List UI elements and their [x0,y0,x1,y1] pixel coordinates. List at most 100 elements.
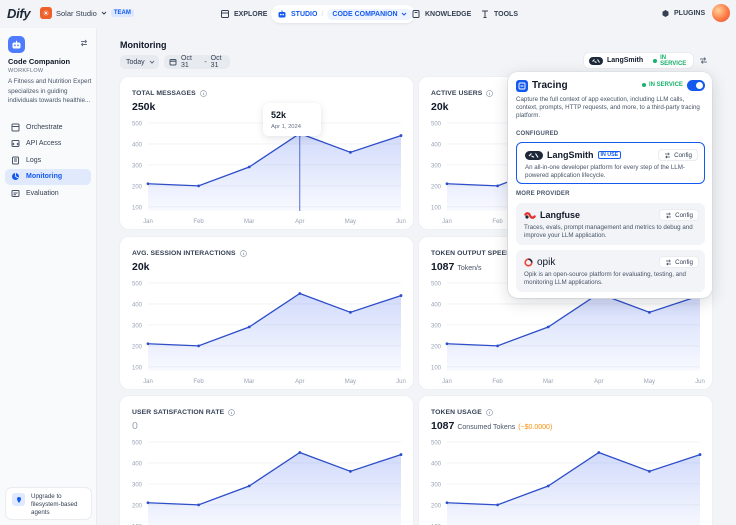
tracing-status-button[interactable]: LangSmith IN SERVICE [583,52,694,69]
current-app-selector[interactable]: CODE COMPANION [327,8,412,20]
sidebar-item-logs[interactable]: Logs [5,152,91,168]
tracing-toggle[interactable] [687,80,705,91]
sidebar-item-label: Monitoring [26,173,63,180]
status-dot [653,58,658,63]
date-range-picker[interactable]: Oct 31 - Oct 31 [164,55,230,69]
data-point [247,484,251,488]
top-bar: Dify ☀ Solar Studio TEAM EXPLORE STUDIO … [0,0,736,28]
card-title-text: TOKEN USAGE [431,409,482,416]
sidebar-item-evaluation[interactable]: Evaluation [5,185,91,201]
x-tick-label: May [345,219,356,225]
dify-logo[interactable]: Dify [7,6,31,21]
provider-description: An all-in-one developer platform for eve… [525,164,685,179]
app-name: Code Companion [8,57,71,66]
provider-name-text: Langfuse [540,210,581,220]
opik-logo-icon [524,258,533,267]
y-tick-label: 400 [132,461,143,467]
sidebar-menu: Orchestrate API Access Logs Monitoring E… [5,119,91,202]
info-icon[interactable] [228,409,236,416]
card-title-text: ACTIVE USERS [431,90,483,97]
sidebar-item-label: Orchestrate [26,123,63,131]
provider-langsmith[interactable]: LangSmith IN USE Config An all-in-one de… [516,142,705,184]
y-tick-label: 300 [431,163,442,169]
config-button[interactable]: Config [658,149,698,161]
card-title-text: TOKEN OUTPUT SPEED [431,250,512,257]
tracing-status: IN SERVICE [653,55,693,67]
sidebar-item-api-access[interactable]: API Access [5,136,91,152]
nav-plugins[interactable]: PLUGINS [661,9,705,18]
x-tick-label: Jun [396,379,406,385]
nav-knowledge[interactable]: KNOWLEDGE [405,5,477,23]
info-icon[interactable] [239,250,247,257]
data-point [146,342,150,346]
nav-studio[interactable]: STUDIO / CODE COMPANION [271,5,415,23]
nav-plugins-label: PLUGINS [674,10,706,17]
info-icon[interactable] [485,409,493,416]
chart-card-user-satisfaction-rate: 100200300400500JanFebMarAprMayJun USER S… [120,396,413,525]
nav-explore-label: EXPLORE [234,10,268,18]
app-icon [8,36,25,53]
config-button[interactable]: Config [659,209,699,221]
chart-card-avg-session-interactions: 100 200 300 400 500 Jan Feb Mar Apr May Jun AVG. S… [120,237,413,389]
workspace-avatar: ☀ [40,7,52,19]
data-point [648,469,651,473]
explore-icon [220,9,230,19]
config-label: Config [674,151,692,159]
data-point [445,182,449,186]
user-avatar[interactable] [712,4,730,22]
x-tick-label: Mar [543,379,553,385]
area-fill [447,293,700,371]
y-tick-label: 500 [431,122,442,128]
tracing-settings-icon[interactable] [699,56,708,65]
sidebar-item-label: Logs [26,156,42,164]
upgrade-card[interactable]: Upgrade to filesystem-based agents [5,487,92,520]
card-title: ACTIVE USERS [431,90,494,97]
period-select[interactable]: Today [120,55,159,69]
x-tick-label: Jun [695,379,705,385]
page-title: Monitoring [120,40,167,50]
sidebar-item-orchestrate[interactable]: Orchestrate [5,119,91,135]
tooltip-date: Apr 1, 2024 [271,124,301,130]
data-point [146,182,150,186]
card-title-text: USER SATISFACTION RATE [132,409,225,416]
data-point [496,184,499,188]
x-tick-label: Mar [244,219,254,225]
nav-explore[interactable]: EXPLORE [214,5,273,23]
sidebar-item-monitoring[interactable]: Monitoring [5,168,91,185]
card-unit: Token/s [457,265,482,272]
workspace-selector[interactable]: ☀ Solar Studio TEAM [40,7,134,19]
info-icon[interactable] [199,90,207,97]
card-value-text: 1087 [431,420,455,432]
evaluation-icon [11,189,20,198]
x-tick-label: Feb [193,379,204,385]
provider-langfuse[interactable]: Langfuse Config Traces, evals, prompt ma… [516,203,705,245]
tracing-panel: Tracing IN SERVICE Capture the full cont… [508,72,712,298]
current-app-label: CODE COMPANION [332,10,398,18]
data-point [546,325,550,329]
data-point [298,292,302,295]
sidebar-item-label: API Access [26,140,62,147]
nav-knowledge-label: KNOWLEDGE [425,10,472,18]
nav-tools[interactable]: TOOLS [474,5,524,23]
tracing-panel-status-text: IN SERVICE [649,82,683,88]
langsmith-logo-icon [525,150,543,160]
chart-tooltip: 52k Apr 1, 2024 [263,103,321,136]
data-point [349,150,352,154]
y-tick-label: 400 [431,461,442,467]
chevron-down-icon [149,59,155,65]
y-tick-label: 500 [132,282,143,288]
x-tick-label: May [644,379,655,385]
info-icon[interactable] [486,90,494,97]
team-badge: TEAM [110,9,134,17]
y-tick-label: 200 [431,184,442,190]
sidebar-item-label: Evaluation [26,189,59,197]
collapse-sidebar-icon[interactable] [80,39,88,47]
tracing-title: Tracing [532,80,568,91]
provider-name-text: opik [537,257,556,268]
upgrade-text: Upgrade to filesystem-based agents [31,493,78,516]
config-button[interactable]: Config [659,256,699,268]
more-provider-label: MORE PROVIDER [516,191,570,197]
langfuse-logo-icon [524,211,536,220]
period-label: Today [126,58,145,66]
provider-opik[interactable]: opik Config Opik is an open-source platf… [516,250,705,292]
